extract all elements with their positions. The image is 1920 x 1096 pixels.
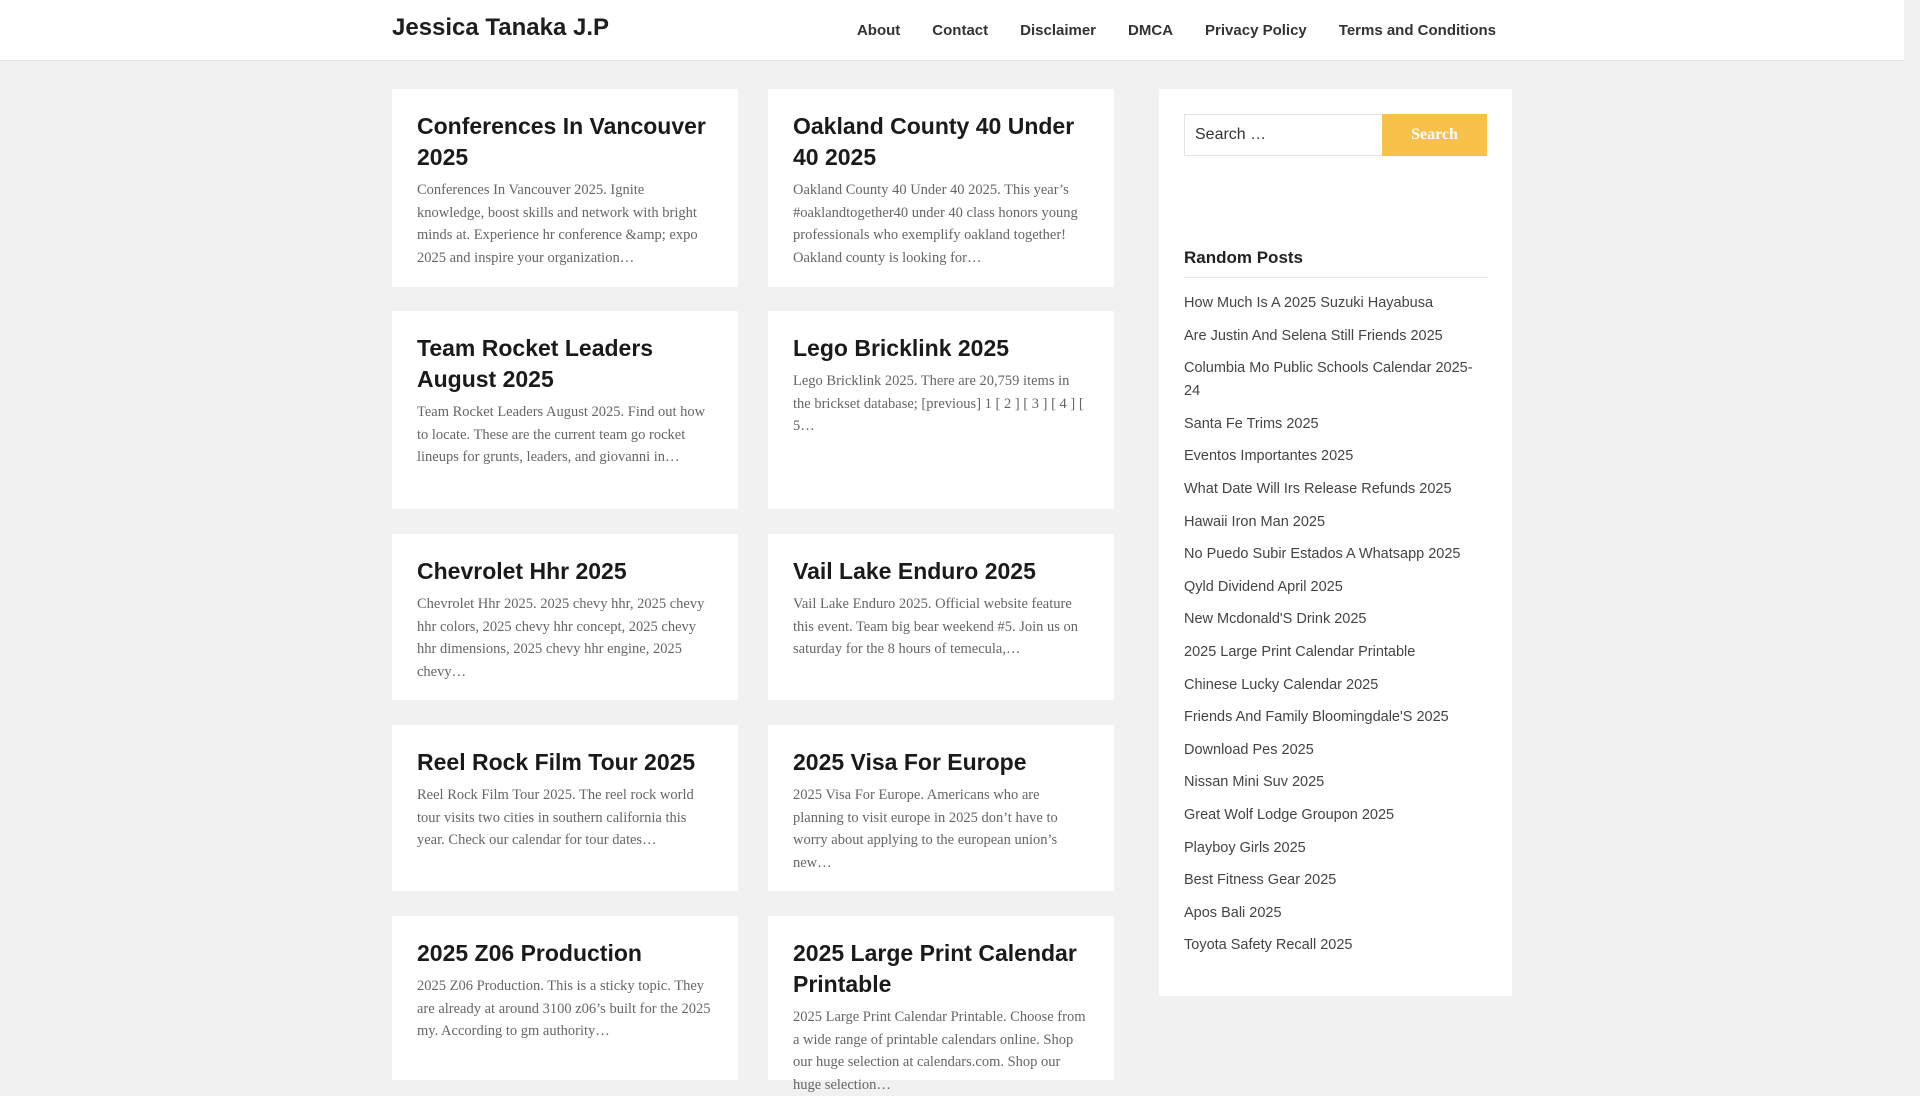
post-excerpt: 2025 Large Print Calendar Printable. Cho… — [793, 1009, 1086, 1093]
main-nav: About Contact Disclaimer DMCA Privacy Po… — [825, 0, 1496, 60]
list-item: New Mcdonald'S Drink 2025 — [1184, 608, 1487, 631]
list-item: Great Wolf Lodge Groupon 2025 — [1184, 804, 1487, 827]
random-posts-title: Random Posts — [1184, 248, 1487, 278]
random-posts-list: How Much Is A 2025 Suzuki Hayabusa Are J… — [1184, 292, 1487, 957]
random-post-link[interactable]: What Date Will Irs Release Refunds 2025 — [1184, 481, 1452, 497]
random-post-link[interactable]: Qyld Dividend April 2025 — [1184, 579, 1343, 595]
post-excerpt: Team Rocket Leaders August 2025. Find ou… — [417, 404, 706, 465]
post-title[interactable]: Team Rocket Leaders August 2025 — [417, 333, 713, 395]
post-excerpt: Vail Lake Enduro 2025. Official website … — [793, 596, 1079, 657]
post-title[interactable]: Chevrolet Hhr 2025 — [417, 556, 713, 587]
post-card: Conferences In Vancouver 2025 Conference… — [392, 89, 738, 287]
nav-contact[interactable]: Contact — [932, 22, 988, 39]
post-card: Vail Lake Enduro 2025 Vail Lake Enduro 2… — [768, 534, 1114, 700]
random-post-link[interactable]: 2025 Large Print Calendar Printable — [1184, 644, 1415, 660]
random-post-link[interactable]: Nissan Mini Suv 2025 — [1184, 774, 1324, 790]
post-card: Lego Bricklink 2025 Lego Bricklink 2025.… — [768, 311, 1114, 509]
list-item: 2025 Large Print Calendar Printable — [1184, 641, 1487, 664]
random-post-link[interactable]: Toyota Safety Recall 2025 — [1184, 937, 1352, 953]
random-post-link[interactable]: Great Wolf Lodge Groupon 2025 — [1184, 807, 1394, 823]
post-card: Reel Rock Film Tour 2025 Reel Rock Film … — [392, 725, 738, 891]
post-card: Chevrolet Hhr 2025 Chevrolet Hhr 2025. 2… — [392, 534, 738, 700]
random-post-link[interactable]: Eventos Importantes 2025 — [1184, 448, 1353, 464]
sidebar: Search Random Posts How Much Is A 2025 S… — [1159, 89, 1512, 996]
search-form: Search — [1184, 114, 1487, 156]
random-post-link[interactable]: Are Justin And Selena Still Friends 2025 — [1184, 328, 1443, 344]
search-button[interactable]: Search — [1382, 114, 1487, 156]
list-item: What Date Will Irs Release Refunds 2025 — [1184, 478, 1487, 501]
post-title[interactable]: Vail Lake Enduro 2025 — [793, 556, 1089, 587]
random-post-link[interactable]: Chinese Lucky Calendar 2025 — [1184, 677, 1378, 693]
list-item: Chinese Lucky Calendar 2025 — [1184, 674, 1487, 697]
random-post-link[interactable]: Columbia Mo Public Schools Calendar 2025… — [1184, 360, 1473, 399]
post-excerpt: Oakland County 40 Under 40 2025. This ye… — [793, 182, 1078, 266]
list-item: Hawaii Iron Man 2025 — [1184, 511, 1487, 534]
random-post-link[interactable]: No Puedo Subir Estados A Whatsapp 2025 — [1184, 546, 1461, 562]
nav-terms-and-conditions[interactable]: Terms and Conditions — [1339, 22, 1496, 39]
post-excerpt: Chevrolet Hhr 2025. 2025 chevy hhr, 2025… — [417, 596, 705, 680]
site-header: Jessica Tanaka J.P About Contact Disclai… — [0, 0, 1904, 61]
list-item: Apos Bali 2025 — [1184, 902, 1487, 925]
list-item: Nissan Mini Suv 2025 — [1184, 771, 1487, 794]
post-excerpt: 2025 Z06 Production. This is a sticky to… — [417, 978, 711, 1039]
site-title-link[interactable]: Jessica Tanaka J.P — [392, 14, 609, 42]
post-excerpt: Conferences In Vancouver 2025. Ignite kn… — [417, 182, 698, 266]
post-card: 2025 Visa For Europe 2025 Visa For Europ… — [768, 725, 1114, 891]
random-post-link[interactable]: Best Fitness Gear 2025 — [1184, 872, 1336, 888]
list-item: Best Fitness Gear 2025 — [1184, 869, 1487, 892]
random-post-link[interactable]: Playboy Girls 2025 — [1184, 840, 1306, 856]
post-title[interactable]: Reel Rock Film Tour 2025 — [417, 747, 713, 778]
post-title[interactable]: Lego Bricklink 2025 — [793, 333, 1089, 364]
list-item: How Much Is A 2025 Suzuki Hayabusa — [1184, 292, 1487, 315]
post-card: 2025 Large Print Calendar Printable 2025… — [768, 916, 1114, 1093]
post-title[interactable]: Conferences In Vancouver 2025 — [417, 111, 713, 173]
list-item: Santa Fe Trims 2025 — [1184, 413, 1487, 436]
nav-dmca[interactable]: DMCA — [1128, 22, 1173, 39]
post-title[interactable]: 2025 Large Print Calendar Printable — [793, 938, 1089, 1000]
random-post-link[interactable]: Friends And Family Bloomingdale'S 2025 — [1184, 709, 1449, 725]
random-post-link[interactable]: Download Pes 2025 — [1184, 742, 1314, 758]
list-item: Friends And Family Bloomingdale'S 2025 — [1184, 706, 1487, 729]
post-card: Oakland County 40 Under 40 2025 Oakland … — [768, 89, 1114, 287]
random-post-link[interactable]: How Much Is A 2025 Suzuki Hayabusa — [1184, 295, 1433, 311]
post-card: Team Rocket Leaders August 2025 Team Roc… — [392, 311, 738, 509]
list-item: Download Pes 2025 — [1184, 739, 1487, 762]
list-item: Columbia Mo Public Schools Calendar 2025… — [1184, 357, 1487, 403]
list-item: Qyld Dividend April 2025 — [1184, 576, 1487, 599]
nav-disclaimer[interactable]: Disclaimer — [1020, 22, 1096, 39]
random-post-link[interactable]: Hawaii Iron Man 2025 — [1184, 514, 1325, 530]
random-post-link[interactable]: Apos Bali 2025 — [1184, 905, 1282, 921]
list-item: Eventos Importantes 2025 — [1184, 445, 1487, 468]
list-item: No Puedo Subir Estados A Whatsapp 2025 — [1184, 543, 1487, 566]
post-title[interactable]: Oakland County 40 Under 40 2025 — [793, 111, 1089, 173]
list-item: Playboy Girls 2025 — [1184, 837, 1487, 860]
post-title[interactable]: 2025 Z06 Production — [417, 938, 713, 969]
post-title[interactable]: 2025 Visa For Europe — [793, 747, 1089, 778]
random-post-link[interactable]: New Mcdonald'S Drink 2025 — [1184, 611, 1367, 627]
search-input[interactable] — [1184, 114, 1382, 156]
list-item: Toyota Safety Recall 2025 — [1184, 934, 1487, 957]
post-excerpt: Reel Rock Film Tour 2025. The reel rock … — [417, 787, 694, 848]
post-excerpt: 2025 Visa For Europe. Americans who are … — [793, 787, 1058, 871]
nav-privacy-policy[interactable]: Privacy Policy — [1205, 22, 1307, 39]
post-excerpt: Lego Bricklink 2025. There are 20,759 it… — [793, 373, 1084, 434]
random-post-link[interactable]: Santa Fe Trims 2025 — [1184, 416, 1319, 432]
post-card: 2025 Z06 Production 2025 Z06 Production.… — [392, 916, 738, 1080]
nav-about[interactable]: About — [857, 22, 900, 39]
list-item: Are Justin And Selena Still Friends 2025 — [1184, 325, 1487, 348]
